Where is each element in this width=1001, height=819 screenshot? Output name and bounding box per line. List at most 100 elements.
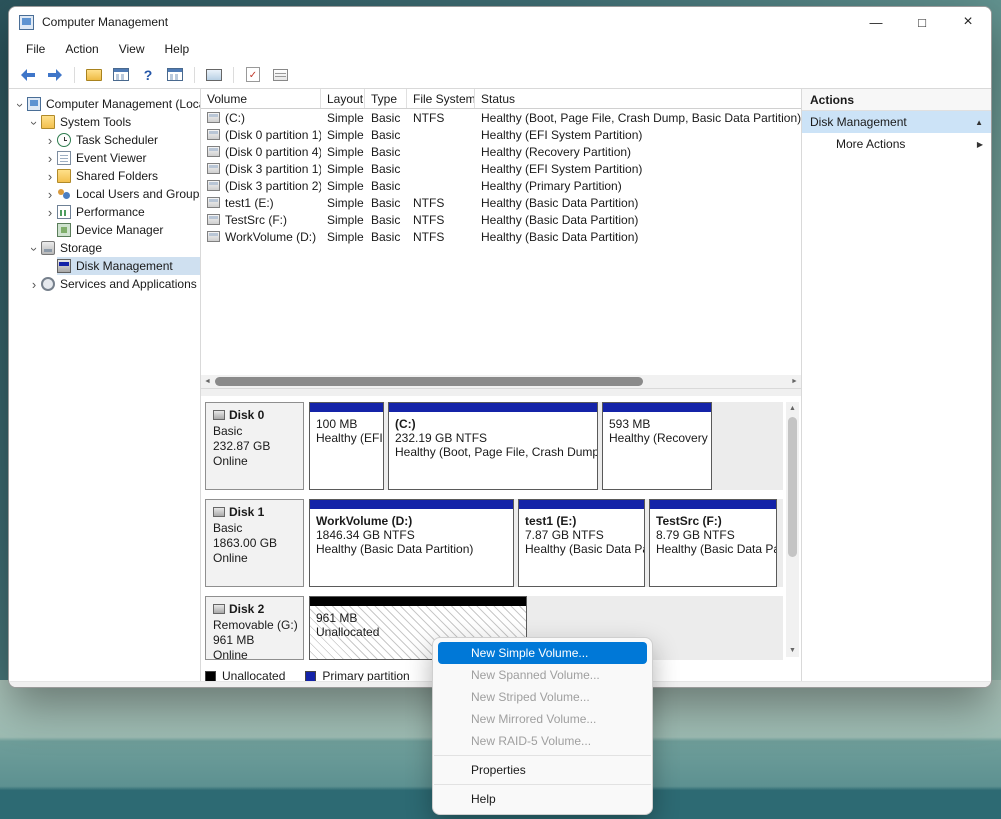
volume-row[interactable]: (Disk 3 partition 1) Simple Basic Health… [201,160,801,177]
scroll-up-icon[interactable]: ▲ [786,402,799,415]
volume-type: Basic [365,196,407,210]
partition-title: TestSrc (F:) [656,514,770,528]
minimize-button[interactable]: — [853,7,899,37]
partition-testsrc[interactable]: TestSrc (F:) 8.79 GB NTFS Healthy (Basic… [649,499,777,587]
partition-test1[interactable]: test1 (E:) 7.87 GB NTFS Healthy (Basic D… [518,499,645,587]
forward-button[interactable] [44,64,66,86]
tree-item-system-tools[interactable]: › System Tools [9,113,200,131]
close-button[interactable]: × [945,7,991,37]
chevron-down-icon[interactable]: › [28,116,41,130]
pane-splitter[interactable] [201,389,801,396]
back-arrow-icon [20,68,36,82]
menu-action[interactable]: Action [56,39,107,59]
partition-c[interactable]: (C:) 232.19 GB NTFS Healthy (Boot, Page … [388,402,598,490]
collapse-chevron-icon[interactable]: ▲ [975,118,983,127]
partition-efi[interactable]: 100 MB Healthy (EFI [309,402,384,490]
help-button[interactable]: ? [137,64,159,86]
action-disk-management[interactable]: Disk Management ▲ [802,111,991,133]
menu-item-properties[interactable]: Properties [433,759,652,781]
tree-item-disk-management[interactable]: Disk Management [9,257,200,275]
chevron-right-icon[interactable]: › [43,152,57,165]
chevron-right-icon[interactable]: › [43,206,57,219]
horizontal-scrollbar[interactable]: ◄ ► [201,375,801,388]
tree-item-performance[interactable]: › Performance [9,203,200,221]
volume-icon [207,231,220,242]
scroll-right-icon[interactable]: ► [788,375,801,388]
volume-name: (Disk 3 partition 2) [225,179,321,193]
vertical-scrollbar-thumb[interactable] [788,417,797,557]
titlebar[interactable]: Computer Management — □ × [9,7,991,37]
volume-layout: Simple [321,128,365,142]
disk-1-label[interactable]: Disk 1 Basic 1863.00 GB Online [205,499,304,587]
scroll-down-icon[interactable]: ▼ [786,644,799,657]
tree-item-device-manager[interactable]: Device Manager [9,221,200,239]
users-icon [57,187,71,201]
column-header-volume[interactable]: Volume [201,89,321,108]
display-button[interactable] [203,64,225,86]
unallocated-color-band [310,597,526,606]
column-header-type[interactable]: Type [365,89,407,108]
tree-item-event-viewer[interactable]: › Event Viewer [9,149,200,167]
chevron-right-icon[interactable]: › [27,278,41,291]
disk-0-label[interactable]: Disk 0 Basic 232.87 GB Online [205,402,304,490]
chevron-right-icon[interactable]: › [43,134,57,147]
volume-row[interactable]: (Disk 3 partition 2) Simple Basic Health… [201,177,801,194]
volume-status: Healthy (EFI System Partition) [475,162,801,176]
show-console-tree-button[interactable] [83,64,105,86]
tree-item-task-scheduler[interactable]: › Task Scheduler [9,131,200,149]
column-header-status[interactable]: Status [475,89,801,108]
tree-item-computer-management[interactable]: › Computer Management (Local [9,95,200,113]
volume-row[interactable]: (C:) Simple Basic NTFS Healthy (Boot, Pa… [201,109,801,126]
partition-recovery[interactable]: 593 MB Healthy (Recovery [602,402,712,490]
table-view-button[interactable] [269,64,291,86]
disk-2-label[interactable]: Disk 2 Removable (G:) 961 MB Online [205,596,304,660]
volume-row[interactable]: (Disk 0 partition 4) Simple Basic Health… [201,143,801,160]
tree-item-shared-folders[interactable]: › Shared Folders [9,167,200,185]
partition-workvolume[interactable]: WorkVolume (D:) 1846.34 GB NTFS Healthy … [309,499,514,587]
chevron-right-icon[interactable]: › [43,170,57,183]
chevron-down-icon[interactable]: › [14,98,27,112]
tree-item-label: Storage [60,241,102,255]
disk-1-partitions: WorkVolume (D:) 1846.34 GB NTFS Healthy … [309,499,783,587]
menu-view[interactable]: View [110,39,154,59]
menu-help[interactable]: Help [156,39,199,59]
partition-status: Healthy (Basic Data Pa [525,542,638,556]
partition-status: Healthy (Basic Data Pa [656,542,770,556]
horizontal-scrollbar-thumb[interactable] [215,377,643,386]
volume-name: TestSrc (F:) [225,213,287,227]
volume-layout: Simple [321,179,365,193]
column-header-file-system[interactable]: File System [407,89,475,108]
chevron-right-icon[interactable]: › [43,188,57,201]
volume-row[interactable]: test1 (E:) Simple Basic NTFS Healthy (Ba… [201,194,801,211]
back-button[interactable] [17,64,39,86]
volume-name: (Disk 3 partition 1) [225,162,321,176]
volume-status: Healthy (Primary Partition) [475,179,801,193]
tree-item-label: Local Users and Groups [76,187,200,201]
performance-icon [57,205,71,219]
volume-row[interactable]: (Disk 0 partition 1) Simple Basic Health… [201,126,801,143]
partition-title: test1 (E:) [525,514,638,528]
scroll-left-icon[interactable]: ◄ [201,375,214,388]
action-more-actions[interactable]: More Actions ▶ [802,133,991,155]
volume-icon [207,129,220,140]
check-document-button[interactable]: ✓ [242,64,264,86]
menu-item-new-simple-volume[interactable]: New Simple Volume... [438,642,647,664]
chevron-down-icon[interactable]: › [28,242,41,256]
column-header-layout[interactable]: Layout [321,89,365,108]
menu-item-help[interactable]: Help [433,788,652,810]
menu-file[interactable]: File [17,39,54,59]
tree-item-local-users-groups[interactable]: › Local Users and Groups [9,185,200,203]
volume-row[interactable]: WorkVolume (D:) Simple Basic NTFS Health… [201,228,801,245]
tree-item-services-applications[interactable]: › Services and Applications [9,275,200,293]
toolbar-separator [194,67,195,83]
console-window-button-2[interactable] [164,64,186,86]
volume-row[interactable]: TestSrc (F:) Simple Basic NTFS Healthy (… [201,211,801,228]
selected-tree-item[interactable]: Disk Management [57,257,200,275]
toolbar-separator [233,67,234,83]
vertical-scrollbar[interactable]: ▲ ▼ [786,402,799,657]
tree-item-storage[interactable]: › Storage [9,239,200,257]
console-window-button[interactable] [110,64,132,86]
maximize-button[interactable]: □ [899,7,945,37]
volume-type: Basic [365,230,407,244]
volume-status: Healthy (Boot, Page File, Crash Dump, Ba… [475,111,801,125]
